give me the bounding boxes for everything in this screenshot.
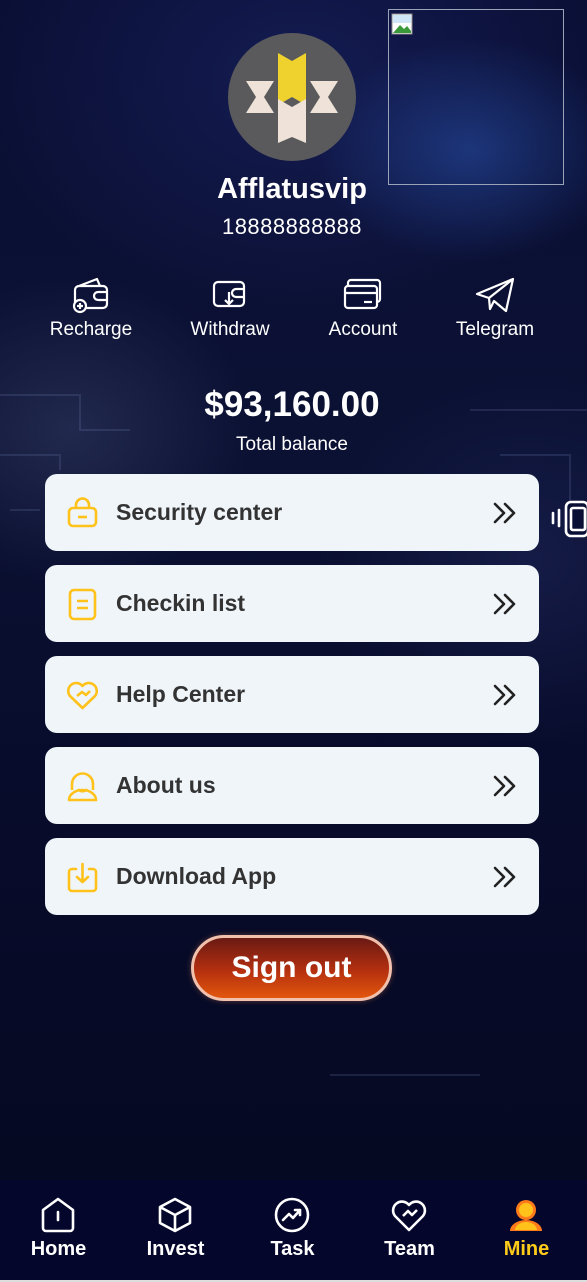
- tab-task[interactable]: Task: [234, 1180, 351, 1280]
- heart-team-icon: [391, 1200, 427, 1232]
- username: Afflatusvip: [217, 173, 367, 205]
- top-banner-image: [388, 9, 564, 185]
- menu-label: Help Center: [116, 681, 246, 707]
- tab-label: Team: [384, 1238, 435, 1260]
- wallet-plus-icon: [72, 277, 109, 314]
- double-chevron-right-icon: [493, 593, 516, 615]
- cube-icon: [158, 1197, 192, 1233]
- menu-label: Checkin list: [116, 590, 246, 616]
- wallet-withdraw-icon: [212, 280, 246, 308]
- menu-item-checkin-list[interactable]: Checkin list: [45, 565, 539, 642]
- broken-image-icon: [391, 13, 413, 35]
- card-icon: [343, 278, 382, 310]
- recharge-button[interactable]: Recharge: [31, 276, 151, 341]
- phone-number: 18888888888: [221, 214, 363, 239]
- telegram-label: Telegram: [455, 319, 535, 340]
- lock-icon: [67, 497, 98, 528]
- double-chevron-right-icon: [493, 684, 516, 706]
- avatar[interactable]: [228, 33, 356, 161]
- total-balance-label: Total balance: [236, 434, 348, 455]
- home-icon: [41, 1197, 75, 1233]
- user-icon: [510, 1200, 542, 1231]
- vibrate-phone-icon[interactable]: [549, 496, 587, 540]
- download-icon: [67, 862, 98, 893]
- account-label: Account: [328, 319, 398, 340]
- menu-item-help-center[interactable]: Help Center: [45, 656, 539, 733]
- trend-icon: [274, 1197, 310, 1233]
- tab-label: Mine: [503, 1238, 550, 1260]
- brand-logo: [246, 53, 338, 143]
- withdraw-label: Withdraw: [190, 319, 270, 340]
- menu-label: Download App: [116, 863, 277, 889]
- account-button[interactable]: Account: [303, 276, 423, 341]
- double-chevron-right-icon: [493, 866, 516, 888]
- menu-label: About us: [116, 772, 216, 798]
- menu-label: Security center: [116, 499, 283, 525]
- menu-item-security-center[interactable]: Security center: [45, 474, 539, 551]
- withdraw-button[interactable]: Withdraw: [170, 276, 290, 341]
- double-chevron-right-icon: [493, 502, 516, 524]
- total-balance-amount: $93,160.00: [204, 385, 380, 424]
- tab-home[interactable]: Home: [0, 1180, 117, 1280]
- telegram-button[interactable]: Telegram: [435, 276, 555, 341]
- recharge-label: Recharge: [49, 319, 133, 340]
- tab-team[interactable]: Team: [351, 1180, 468, 1280]
- menu-item-about-us[interactable]: About us: [45, 747, 539, 824]
- menu-item-download-app[interactable]: Download App: [45, 838, 539, 915]
- bottom-tab-bar: Home Invest Task Team Mine: [0, 1180, 587, 1280]
- tab-invest[interactable]: Invest: [117, 1180, 234, 1280]
- tab-label: Task: [270, 1238, 315, 1260]
- double-chevron-right-icon: [493, 775, 516, 797]
- sign-out-button[interactable]: Sign out: [191, 935, 392, 1001]
- heart-handshake-icon: [66, 681, 99, 710]
- tab-label: Home: [30, 1238, 87, 1260]
- list-icon: [68, 588, 97, 621]
- tab-mine[interactable]: Mine: [468, 1180, 585, 1280]
- smile-icon: [67, 772, 98, 802]
- telegram-icon: [475, 277, 515, 313]
- tab-label: Invest: [146, 1238, 205, 1260]
